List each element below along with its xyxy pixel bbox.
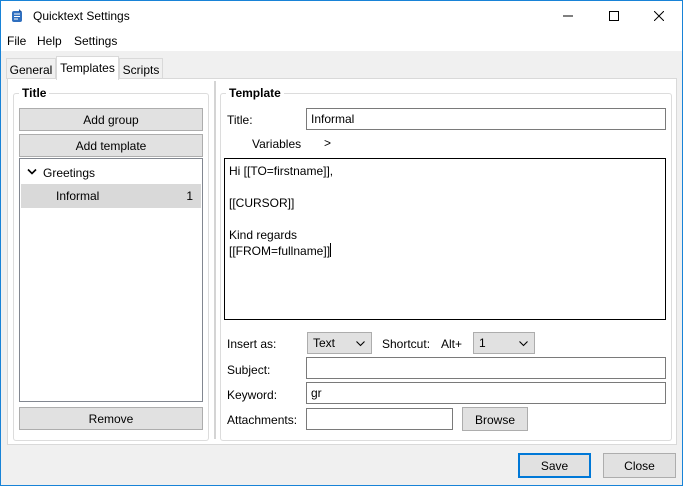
menu-help[interactable]: Help	[37, 34, 62, 48]
add-template-button[interactable]: Add template	[19, 134, 203, 157]
tab-scripts[interactable]: Scripts	[119, 58, 163, 79]
template-body-editor[interactable]: Hi [[TO=firstname]], [[CURSOR]] Kind reg…	[224, 158, 666, 320]
shortcut-value: 1	[479, 336, 486, 350]
remove-button[interactable]: Remove	[19, 407, 203, 430]
add-template-label: Add template	[75, 139, 147, 153]
tree-item-shortcut: 1	[186, 189, 193, 203]
keyword-field[interactable]: gr	[306, 382, 666, 404]
tree-group-label: Greetings	[43, 166, 96, 180]
insert-as-select[interactable]: Text	[307, 332, 372, 354]
text-cursor	[330, 243, 332, 257]
title-group-heading: Title	[19, 86, 50, 100]
browse-label: Browse	[474, 413, 515, 427]
add-group-label: Add group	[83, 113, 139, 127]
menu-settings[interactable]: Settings	[74, 34, 117, 48]
quicktext-settings-window: Quicktext Settings File Help Settings Ge…	[0, 0, 683, 486]
menu-bar: File Help Settings	[1, 31, 682, 51]
add-group-button[interactable]: Add group	[19, 108, 203, 131]
shortcut-select[interactable]: 1	[473, 332, 535, 354]
title-field-label: Title:	[227, 113, 253, 127]
tab-general-label: General	[9, 63, 53, 77]
body-line-text: [[FROM=fullname]]	[229, 244, 331, 258]
panel-splitter[interactable]	[214, 81, 216, 439]
template-tree[interactable]: Greetings Informal 1	[19, 158, 203, 402]
chevron-down-icon	[356, 341, 365, 347]
save-label: Save	[540, 459, 569, 473]
body-blank-line	[229, 179, 661, 195]
attachments-field[interactable]	[306, 408, 453, 430]
tab-templates[interactable]: Templates	[56, 56, 119, 80]
tree-item-label: Informal	[56, 189, 100, 203]
remove-label: Remove	[88, 412, 134, 426]
body-line: [[FROM=fullname]]	[229, 243, 661, 259]
save-button[interactable]: Save	[518, 453, 591, 478]
title-bar: Quicktext Settings	[1, 1, 682, 31]
shortcut-label: Shortcut:	[382, 337, 431, 351]
close-button[interactable]: Close	[603, 453, 676, 478]
tab-general[interactable]: General	[6, 58, 56, 79]
tab-scripts-label: Scripts	[122, 63, 160, 77]
close-icon	[654, 11, 664, 21]
title-field-value: Informal	[311, 112, 355, 126]
variables-chevron-icon[interactable]: >	[324, 136, 331, 150]
maximize-icon	[609, 11, 619, 21]
menu-file[interactable]: File	[7, 34, 26, 48]
maximize-button[interactable]	[591, 1, 637, 31]
close-window-button[interactable]	[636, 1, 682, 31]
subject-field[interactable]	[306, 357, 666, 379]
attachments-label: Attachments:	[227, 413, 298, 427]
body-line: Hi [[TO=firstname]],	[229, 164, 334, 178]
chevron-down-icon	[519, 341, 528, 347]
insert-as-value: Text	[313, 336, 336, 350]
browse-button[interactable]: Browse	[462, 407, 528, 431]
subject-label: Subject:	[227, 363, 271, 377]
close-label: Close	[624, 459, 655, 473]
window-title: Quicktext Settings	[33, 9, 130, 23]
chevron-down-icon[interactable]	[27, 168, 37, 176]
body-line: Kind regards	[229, 228, 298, 242]
keyword-field-value: gr	[311, 386, 322, 400]
body-line: [[CURSOR]]	[229, 196, 295, 210]
variables-label[interactable]: Variables	[252, 137, 301, 151]
minimize-button[interactable]	[545, 1, 591, 31]
keyword-label: Keyword:	[227, 388, 278, 402]
insert-as-label: Insert as:	[227, 337, 277, 351]
tree-item-informal[interactable]: Informal 1	[21, 184, 201, 208]
title-field[interactable]: Informal	[306, 108, 666, 130]
app-icon	[12, 9, 22, 22]
tree-group-greetings[interactable]: Greetings	[20, 162, 202, 184]
minimize-icon	[563, 15, 573, 17]
template-group-heading: Template	[226, 86, 284, 100]
shortcut-modifier: Alt+	[441, 337, 463, 351]
body-blank-line	[229, 211, 661, 227]
tab-templates-label: Templates	[60, 61, 115, 75]
